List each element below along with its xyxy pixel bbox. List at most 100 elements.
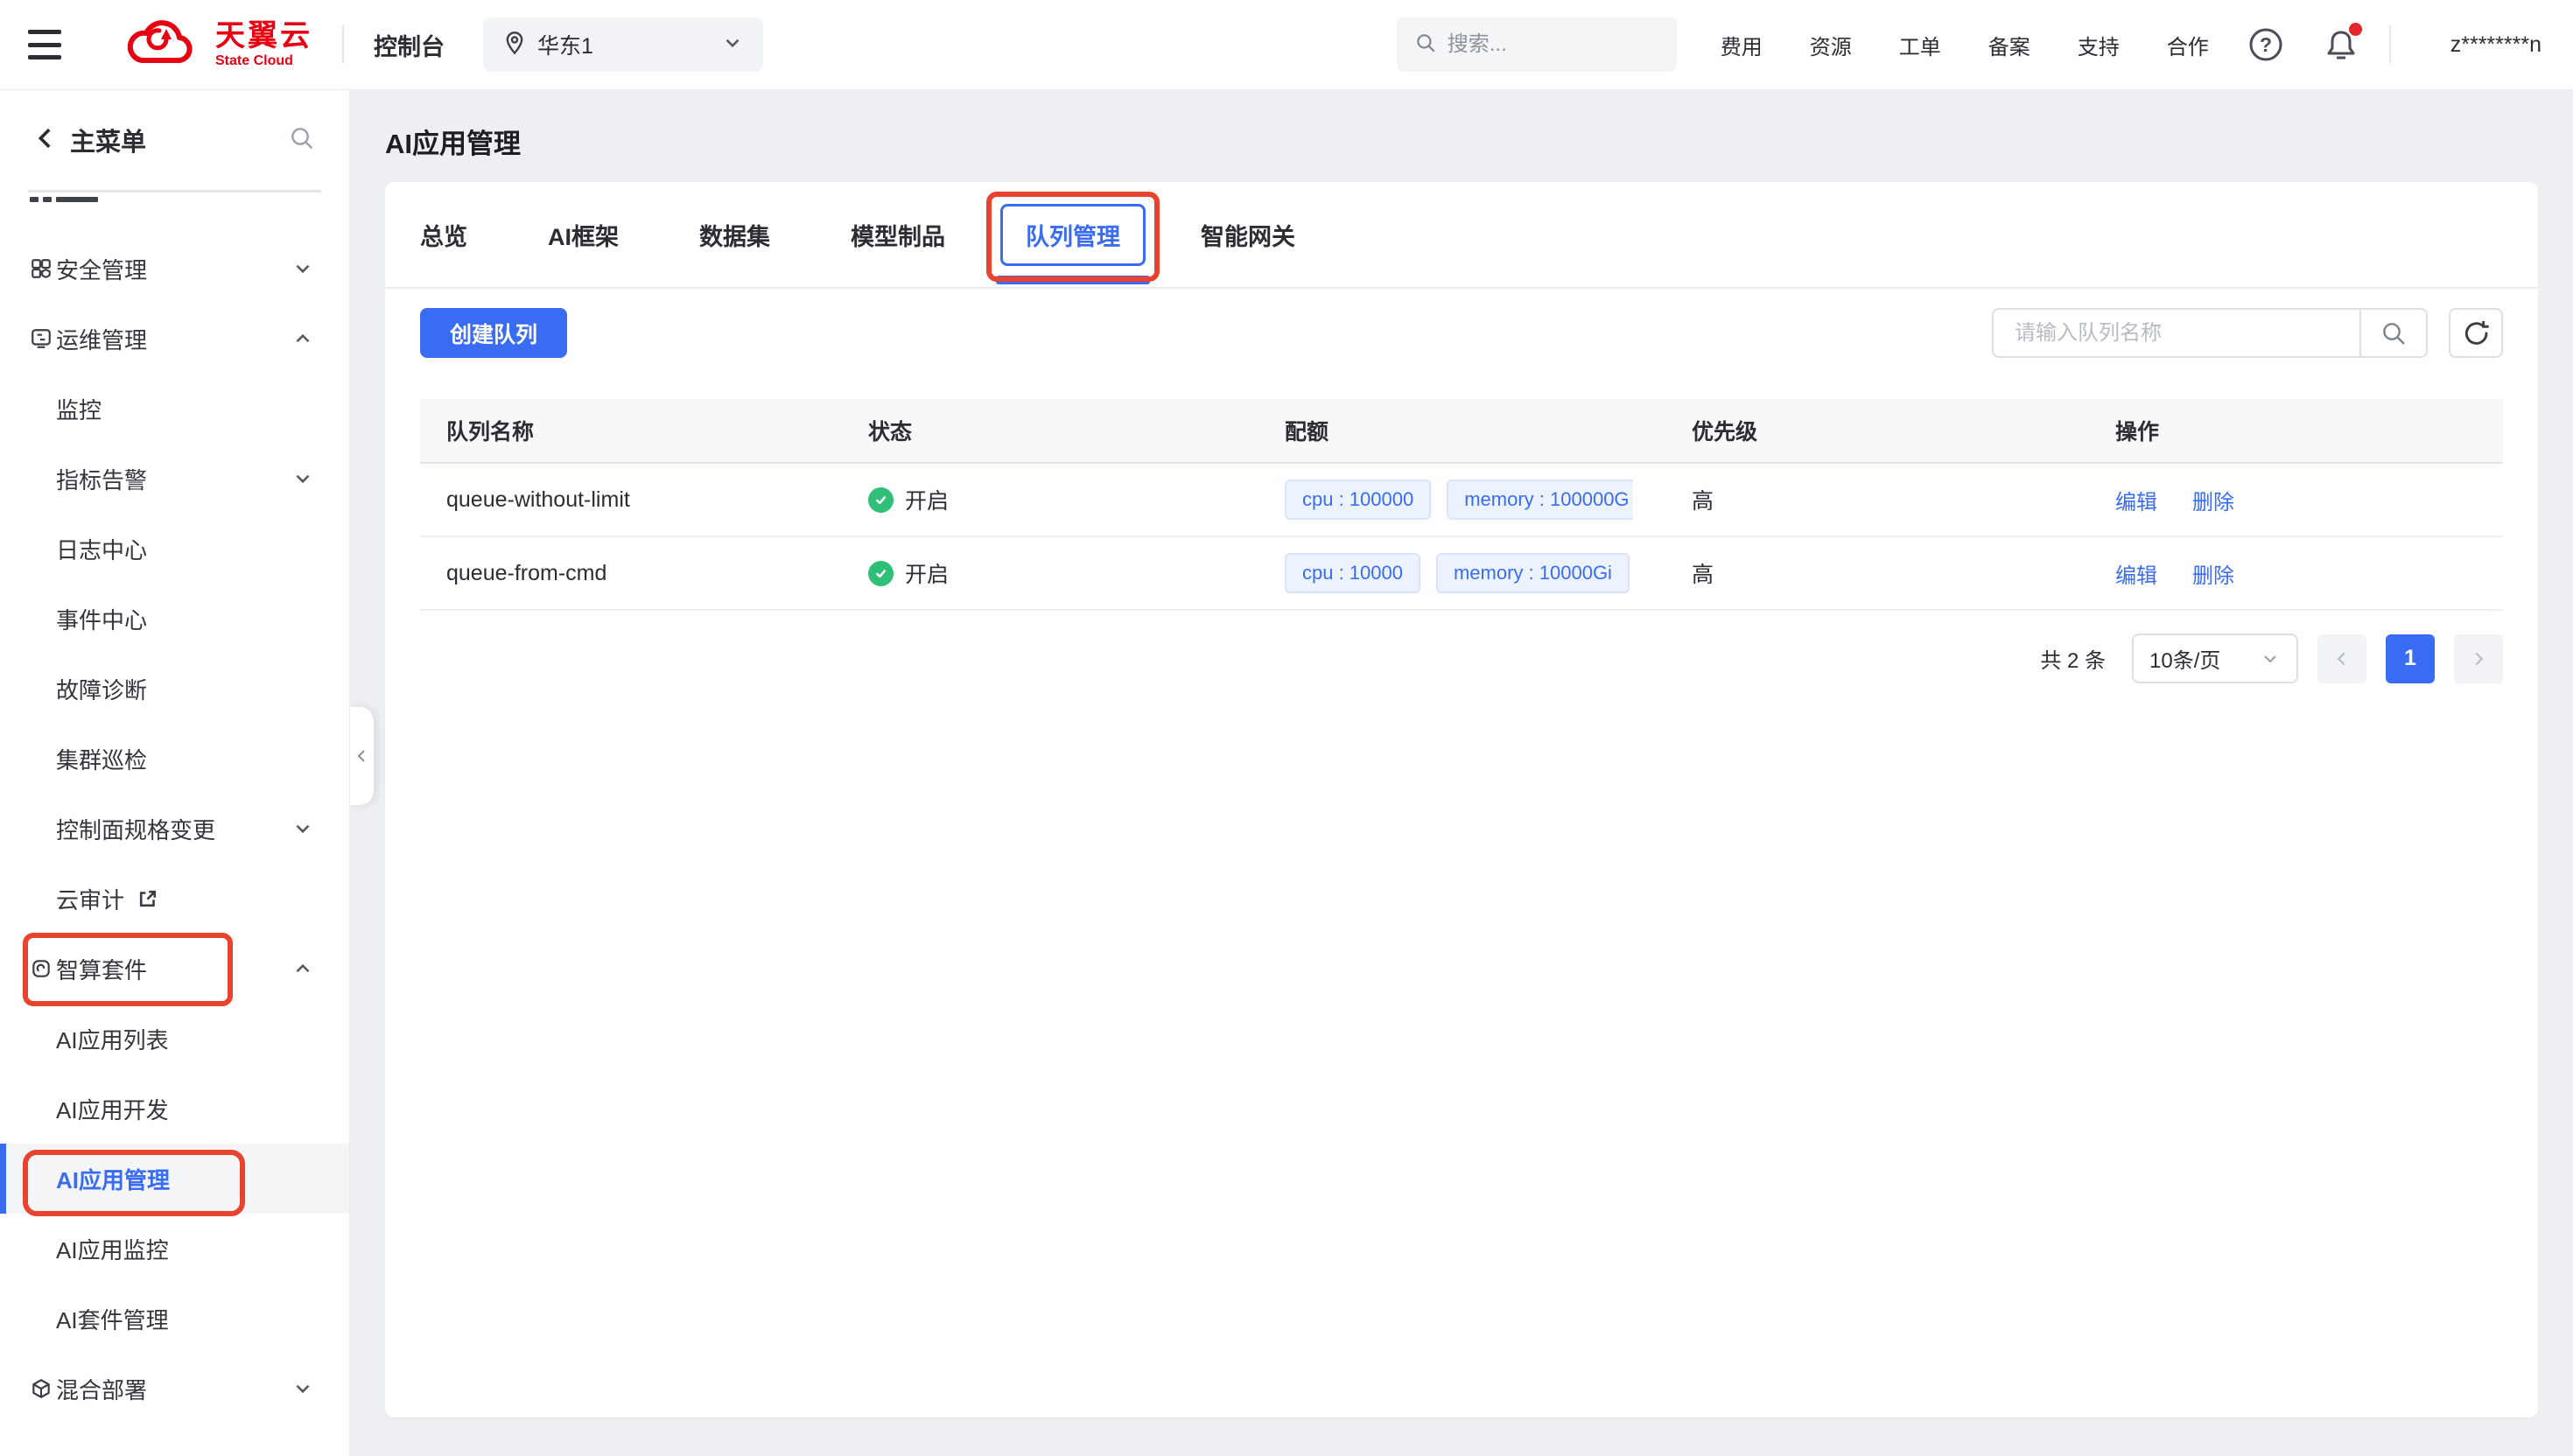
col-quota: 配额	[1258, 415, 1665, 446]
sidebar-item-label: 安全管理	[56, 253, 147, 285]
nav-resources[interactable]: 资源	[1810, 30, 1852, 60]
delete-link[interactable]: 删除	[2192, 558, 2234, 589]
tab-bar: 总览 AI框架 数据集 模型制品 队列管理 智能网关	[385, 182, 2538, 289]
edit-link[interactable]: 编辑	[2115, 558, 2157, 589]
sidebar-header: 主菜单	[0, 90, 349, 190]
cube-icon	[30, 1377, 53, 1400]
active-tab-indicator	[996, 276, 1150, 284]
sidebar-item-ai-app-dev[interactable]: AI应用开发	[0, 1074, 349, 1144]
tab-ai-framework[interactable]: AI框架	[548, 218, 619, 252]
chevron-up-icon	[291, 327, 314, 350]
delete-link[interactable]: 删除	[2192, 485, 2234, 515]
global-search[interactable]	[1397, 18, 1677, 72]
tab-smart-gateway[interactable]: 智能网关	[1201, 218, 1295, 252]
sidebar-item-label: 控制面规格变更	[56, 813, 215, 845]
nav-cooperation[interactable]: 合作	[2167, 30, 2209, 60]
queue-name: queue-without-limit	[420, 487, 842, 513]
sidebar-item-label: AI应用管理	[56, 1163, 170, 1195]
tab-overview[interactable]: 总览	[420, 218, 467, 252]
sidebar-group-security-mgmt[interactable]: 安全管理	[0, 234, 349, 304]
table-row: queue-without-limit 开启 cpu : 100000 memo…	[420, 464, 2503, 537]
page-size-select[interactable]: 10条/页	[2132, 634, 2298, 683]
queue-actions: 编辑 删除	[2089, 485, 2503, 515]
create-queue-button[interactable]: 创建队列	[420, 308, 567, 358]
sidebar-item-label: 混合部署	[56, 1373, 147, 1405]
sidebar-group-ai-compute-suite[interactable]: 智算套件	[0, 934, 349, 1004]
sidebar-search-icon[interactable]	[288, 124, 316, 157]
chevron-down-icon	[721, 32, 744, 59]
sidebar-item-ai-app-list[interactable]: AI应用列表	[0, 1004, 349, 1074]
chevron-down-icon	[291, 817, 314, 840]
sidebar-item-label: 云审计	[56, 883, 124, 915]
help-icon[interactable]: ?	[2247, 26, 2284, 63]
queue-priority: 高	[1665, 557, 2089, 589]
col-queue-name: 队列名称	[420, 415, 842, 446]
tab-model-artifacts[interactable]: 模型制品	[851, 218, 945, 252]
queue-quota: cpu : 100000 memory : 100000G	[1258, 480, 1665, 520]
sidebar-item-control-plane-spec-change[interactable]: 控制面规格变更	[0, 794, 349, 864]
chevron-down-icon	[291, 467, 314, 490]
sidebar-group-ops-mgmt[interactable]: 运维管理	[0, 304, 349, 374]
total-count: 共 2 条	[2040, 643, 2106, 674]
console-label[interactable]: 控制台	[374, 28, 445, 62]
brand-logo[interactable]: 天翼云 State Cloud	[116, 11, 312, 79]
sidebar-item-ai-suite-mgmt[interactable]: AI套件管理	[0, 1284, 349, 1354]
ai-suite-icon	[30, 957, 53, 980]
region-selector[interactable]: 华东1	[483, 18, 763, 72]
queue-quota: cpu : 10000 memory : 10000Gi	[1258, 553, 1665, 593]
prev-page-button[interactable]	[2317, 634, 2366, 683]
tab-dataset[interactable]: 数据集	[699, 218, 770, 252]
sidebar-item-ai-app-mgmt[interactable]: AI应用管理	[0, 1144, 349, 1214]
back-chevron-icon[interactable]	[33, 126, 58, 155]
chevron-up-icon	[291, 957, 314, 980]
sidebar-item-monitoring[interactable]: 监控	[0, 374, 349, 444]
sidebar-item-label: 运维管理	[56, 323, 147, 355]
sidebar-item-metric-alerts[interactable]: 指标告警	[0, 444, 349, 514]
sidebar-item-label: 故障诊断	[56, 673, 147, 705]
chevron-down-icon	[291, 257, 314, 280]
nav-tickets[interactable]: 工单	[1899, 30, 1941, 60]
sidebar-item-ai-app-monitor[interactable]: AI应用监控	[0, 1214, 349, 1284]
next-page-button[interactable]	[2454, 634, 2503, 683]
tab-queue-mgmt[interactable]: 队列管理	[1000, 204, 1146, 266]
col-actions: 操作	[2089, 415, 2503, 446]
queue-name: queue-from-cmd	[420, 561, 842, 586]
current-page-button[interactable]: 1	[2386, 634, 2435, 683]
memory-quota-tag: memory : 100000G	[1447, 480, 1632, 520]
external-link-icon	[137, 887, 159, 910]
nav-support[interactable]: 支持	[2078, 30, 2120, 60]
toolbar: 创建队列	[420, 308, 2503, 358]
chevron-down-icon	[291, 1377, 314, 1400]
sidebar-item-fault-diagnosis[interactable]: 故障诊断	[0, 654, 349, 724]
global-search-input[interactable]	[1448, 32, 1640, 57]
sidebar-item-label: AI应用开发	[56, 1093, 169, 1125]
notification-badge	[2349, 23, 2362, 36]
refresh-button[interactable]	[2449, 308, 2503, 358]
main-content: AI应用管理 总览 AI框架 数据集 模型制品 队列管理 智能网关 创建队列	[350, 90, 2573, 1456]
topbar-divider	[342, 25, 344, 64]
chevron-right-icon	[2469, 649, 2488, 668]
username[interactable]: z********n	[2450, 32, 2541, 58]
queue-status: 开启	[842, 484, 1258, 515]
table-row: queue-from-cmd 开启 cpu : 10000 memory : 1…	[420, 537, 2503, 611]
queue-search-button[interactable]	[2359, 310, 2426, 356]
topbar-divider	[2389, 25, 2391, 64]
sidebar-item-label: AI应用监控	[56, 1233, 169, 1265]
sidebar-item-cloud-audit[interactable]: 云审计	[0, 864, 349, 934]
edit-link[interactable]: 编辑	[2115, 485, 2157, 515]
sidebar-item-cluster-inspection[interactable]: 集群巡检	[0, 724, 349, 794]
sidebar-item-log-center[interactable]: 日志中心	[0, 514, 349, 584]
hamburger-menu-icon[interactable]	[28, 30, 67, 60]
queue-search-input[interactable]	[1994, 310, 2359, 356]
notification-bell-icon[interactable]	[2323, 26, 2359, 63]
queue-priority: 高	[1665, 484, 2089, 515]
sidebar-collapse-handle[interactable]	[350, 707, 374, 805]
nav-filing[interactable]: 备案	[1988, 30, 2030, 60]
sidebar-item-event-center[interactable]: 事件中心	[0, 584, 349, 654]
sidebar-title: 主菜单	[70, 122, 146, 158]
sidebar-group-hybrid-deploy[interactable]: 混合部署	[0, 1354, 349, 1424]
brand-logo-text: 天翼云 State Cloud	[215, 21, 312, 68]
sidebar-item-label: 集群巡检	[56, 743, 147, 775]
nav-billing[interactable]: 费用	[1721, 30, 1763, 60]
chevron-down-icon	[2260, 648, 2281, 669]
